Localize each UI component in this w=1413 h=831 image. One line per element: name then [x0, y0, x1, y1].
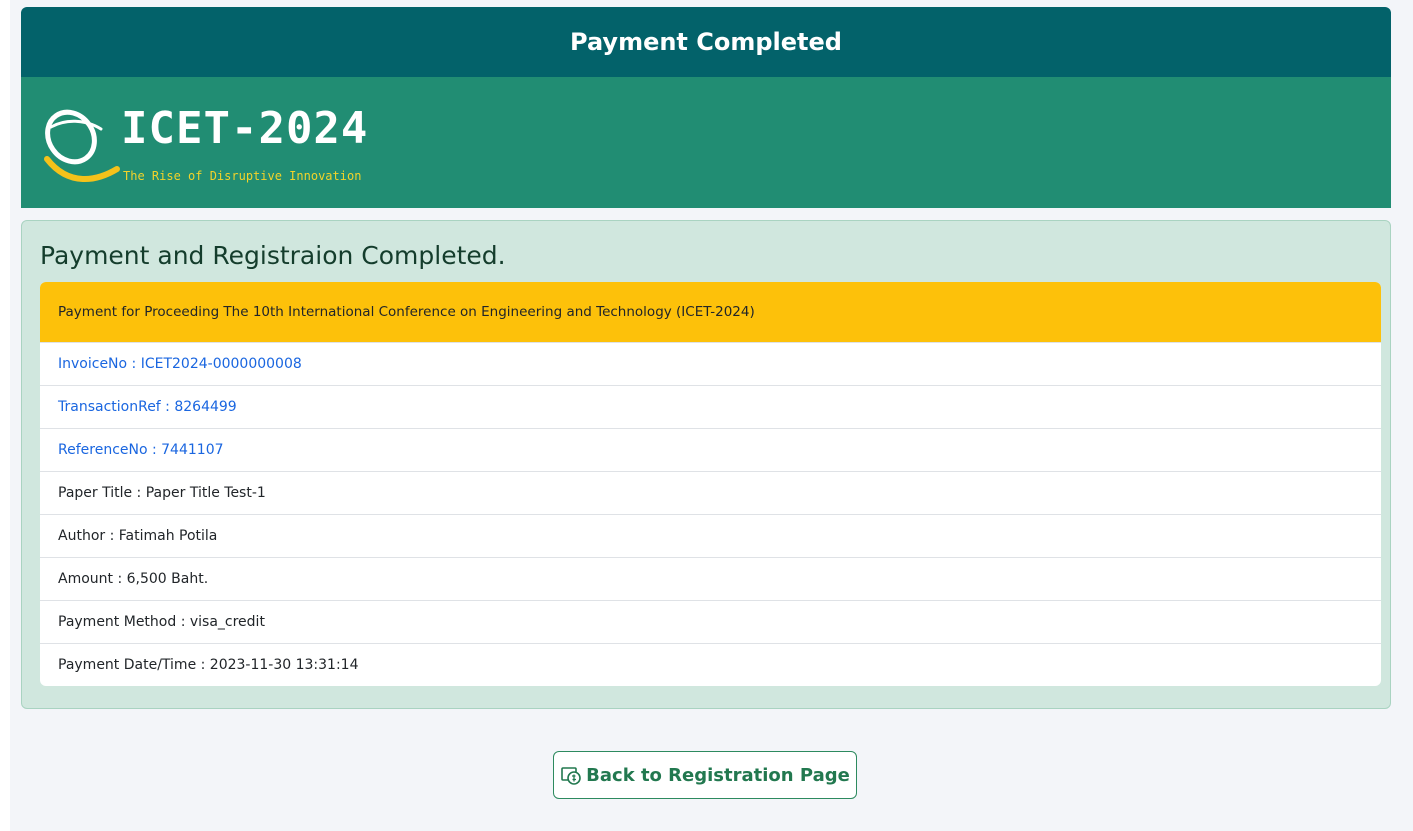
- payment-details-list: Payment for Proceeding The 10th Internat…: [40, 282, 1381, 686]
- transaction-ref-link[interactable]: TransactionRef : 8264499: [40, 385, 1381, 428]
- back-button-label: Back to Registration Page: [586, 764, 850, 786]
- page-header: Payment Completed: [21, 7, 1391, 77]
- invoice-no-link[interactable]: InvoiceNo : ICET2024-0000000008: [40, 342, 1381, 385]
- globe-swoosh-logo-icon: [44, 109, 120, 182]
- page-title: Payment Completed: [570, 28, 842, 56]
- card-title: Payment and Registraion Completed.: [40, 241, 506, 270]
- logo-tagline: The Rise of Disruptive Innovation: [123, 169, 362, 183]
- payment-summary-card: Payment and Registraion Completed. Payme…: [21, 220, 1391, 709]
- conference-banner: ICET-2024 The Rise of Disruptive Innovat…: [21, 77, 1391, 208]
- cash-receipt-icon: [561, 767, 581, 785]
- author-row: Author : Fatimah Potila: [40, 514, 1381, 557]
- payment-method-row: Payment Method : visa_credit: [40, 600, 1381, 643]
- back-to-registration-button[interactable]: Back to Registration Page: [553, 751, 857, 799]
- reference-no-link[interactable]: ReferenceNo : 7441107: [40, 428, 1381, 471]
- amount-row: Amount : 6,500 Baht.: [40, 557, 1381, 600]
- page-background: Payment Completed ICET-2024 The Rise of …: [10, 0, 1413, 831]
- payment-datetime-row: Payment Date/Time : 2023-11-30 13:31:14: [40, 643, 1381, 686]
- logo-text: ICET-2024: [121, 103, 369, 154]
- list-header: Payment for Proceeding The 10th Internat…: [40, 282, 1381, 342]
- paper-title-row: Paper Title : Paper Title Test-1: [40, 471, 1381, 514]
